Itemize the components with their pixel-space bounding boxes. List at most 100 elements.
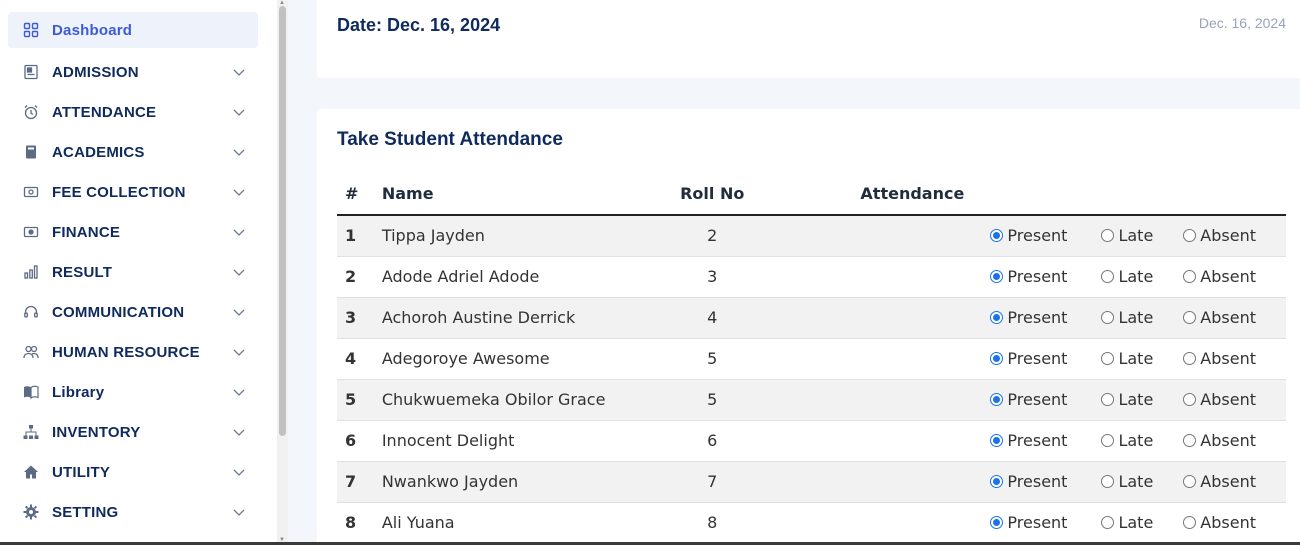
sidebar-item-label: INVENTORY: [52, 423, 141, 441]
attendance-option-late[interactable]: Late: [1101, 390, 1153, 409]
attendance-option-present[interactable]: Present: [990, 308, 1067, 327]
chevron-down-icon[interactable]: [232, 105, 246, 119]
option-label: Present: [1007, 431, 1068, 450]
roll-number: 8: [642, 502, 783, 544]
sidebar-item-fee-collection[interactable]: FEE COLLECTION: [8, 172, 258, 212]
chevron-down-icon[interactable]: [232, 265, 246, 279]
attendance-option-present[interactable]: Present: [990, 513, 1067, 532]
roll-number: 2: [642, 215, 783, 257]
roll-number: 5: [642, 338, 783, 380]
row-number: 3: [337, 297, 382, 339]
table-row: 7 Nwankwo Jayden 7 Present Late Absent: [337, 461, 1286, 503]
chevron-down-icon[interactable]: [232, 465, 246, 479]
gear-icon: [22, 503, 40, 521]
date-card: Date: Dec. 16, 2024 Dec. 16, 2024: [317, 0, 1300, 78]
attendance-option-late[interactable]: Late: [1101, 472, 1153, 491]
radio-present[interactable]: [990, 229, 1004, 243]
attendance-option-absent[interactable]: Absent: [1183, 431, 1256, 450]
radio-late[interactable]: [1101, 475, 1115, 488]
attendance-option-absent[interactable]: Absent: [1183, 349, 1256, 368]
chevron-down-icon[interactable]: [232, 185, 246, 199]
radio-absent[interactable]: [1183, 352, 1197, 365]
radio-absent[interactable]: [1183, 270, 1197, 283]
sidebar-item-inventory[interactable]: INVENTORY: [8, 412, 258, 452]
radio-present[interactable]: [990, 475, 1004, 488]
column-header-name: Name: [381, 173, 642, 216]
option-label: Present: [1007, 390, 1068, 409]
attendance-option-absent[interactable]: Absent: [1183, 390, 1256, 409]
attendance-option-absent[interactable]: Absent: [1183, 472, 1256, 491]
radio-present[interactable]: [990, 393, 1004, 406]
option-label: Absent: [1200, 267, 1256, 286]
sidebar-item-attendance[interactable]: ATTENDANCE: [8, 92, 258, 132]
radio-late[interactable]: [1101, 229, 1115, 243]
sidebar-item-human-resource[interactable]: HUMAN RESOURCE: [8, 332, 258, 372]
table-row: 8 Ali Yuana 8 Present Late Absent: [337, 502, 1286, 544]
sidebar-item-finance[interactable]: FINANCE: [8, 212, 258, 252]
radio-late[interactable]: [1101, 434, 1115, 447]
attendance-option-absent[interactable]: Absent: [1183, 513, 1256, 532]
sidebar-item-admission[interactable]: ADMISSION: [8, 52, 258, 92]
chevron-down-icon[interactable]: [232, 425, 246, 439]
attendance-option-present[interactable]: Present: [990, 390, 1067, 409]
roll-number: 5: [642, 379, 783, 421]
radio-absent[interactable]: [1183, 475, 1197, 488]
chevron-down-icon[interactable]: [232, 305, 246, 319]
radio-late[interactable]: [1101, 516, 1115, 529]
sidebar-item-setting[interactable]: SETTING: [8, 492, 258, 532]
radio-present[interactable]: [990, 270, 1004, 283]
option-label: Absent: [1200, 513, 1256, 532]
sidebar-item-communication[interactable]: COMMUNICATION: [8, 292, 258, 332]
attendance-option-late[interactable]: Late: [1101, 226, 1153, 245]
radio-late[interactable]: [1101, 311, 1115, 324]
chevron-down-icon[interactable]: [232, 145, 246, 159]
option-label: Late: [1118, 267, 1154, 286]
chevron-down-icon[interactable]: [232, 65, 246, 79]
sidebar-item-dashboard[interactable]: Dashboard: [8, 12, 258, 48]
chevron-down-icon[interactable]: [232, 225, 246, 239]
radio-absent[interactable]: [1183, 393, 1197, 406]
chevron-down-icon[interactable]: [232, 385, 246, 399]
radio-late[interactable]: [1101, 270, 1115, 283]
attendance-option-absent[interactable]: Absent: [1183, 308, 1256, 327]
attendance-option-absent[interactable]: Absent: [1183, 226, 1256, 245]
sidebar-item-label: Dashboard: [52, 21, 133, 39]
sidebar-item-academics[interactable]: ACADEMICS: [8, 132, 258, 172]
chevron-down-icon[interactable]: [232, 505, 246, 519]
sidebar-scrollbar[interactable]: ▲ ▼: [277, 0, 288, 545]
radio-absent[interactable]: [1183, 311, 1197, 324]
attendance-option-present[interactable]: Present: [990, 472, 1067, 491]
option-label: Late: [1118, 390, 1154, 409]
attendance-option-present[interactable]: Present: [990, 431, 1067, 450]
attendance-option-present[interactable]: Present: [990, 349, 1067, 368]
sidebar-item-library[interactable]: Library: [8, 372, 258, 412]
student-name: Tippa Jayden: [381, 215, 642, 257]
radio-present[interactable]: [990, 516, 1004, 529]
radio-present[interactable]: [990, 434, 1004, 447]
attendance-option-present[interactable]: Present: [990, 267, 1067, 286]
date-label: Dec. 16, 2024: [1198, 15, 1286, 31]
sidebar-item-utility[interactable]: UTILITY: [8, 452, 258, 492]
attendance-option-late[interactable]: Late: [1101, 431, 1153, 450]
radio-present[interactable]: [990, 311, 1004, 324]
radio-absent[interactable]: [1183, 229, 1197, 243]
open-book-icon: [22, 383, 40, 401]
radio-present[interactable]: [990, 352, 1004, 365]
option-label: Absent: [1200, 349, 1256, 368]
roll-number: 6: [642, 420, 783, 462]
attendance-option-late[interactable]: Late: [1101, 513, 1153, 532]
attendance-option-absent[interactable]: Absent: [1183, 267, 1256, 286]
chevron-down-icon[interactable]: [232, 345, 246, 359]
radio-absent[interactable]: [1183, 434, 1197, 447]
attendance-option-late[interactable]: Late: [1101, 308, 1153, 327]
roll-number: 7: [642, 461, 783, 503]
radio-late[interactable]: [1101, 352, 1115, 365]
attendance-option-late[interactable]: Late: [1101, 349, 1153, 368]
radio-absent[interactable]: [1183, 516, 1197, 529]
sidebar-item-result[interactable]: RESULT: [8, 252, 258, 292]
radio-late[interactable]: [1101, 393, 1115, 406]
attendance-option-late[interactable]: Late: [1101, 267, 1153, 286]
attendance-title: Take Student Attendance: [337, 129, 563, 150]
attendance-option-present[interactable]: Present: [990, 226, 1067, 245]
scrollbar-thumb[interactable]: [279, 6, 286, 436]
